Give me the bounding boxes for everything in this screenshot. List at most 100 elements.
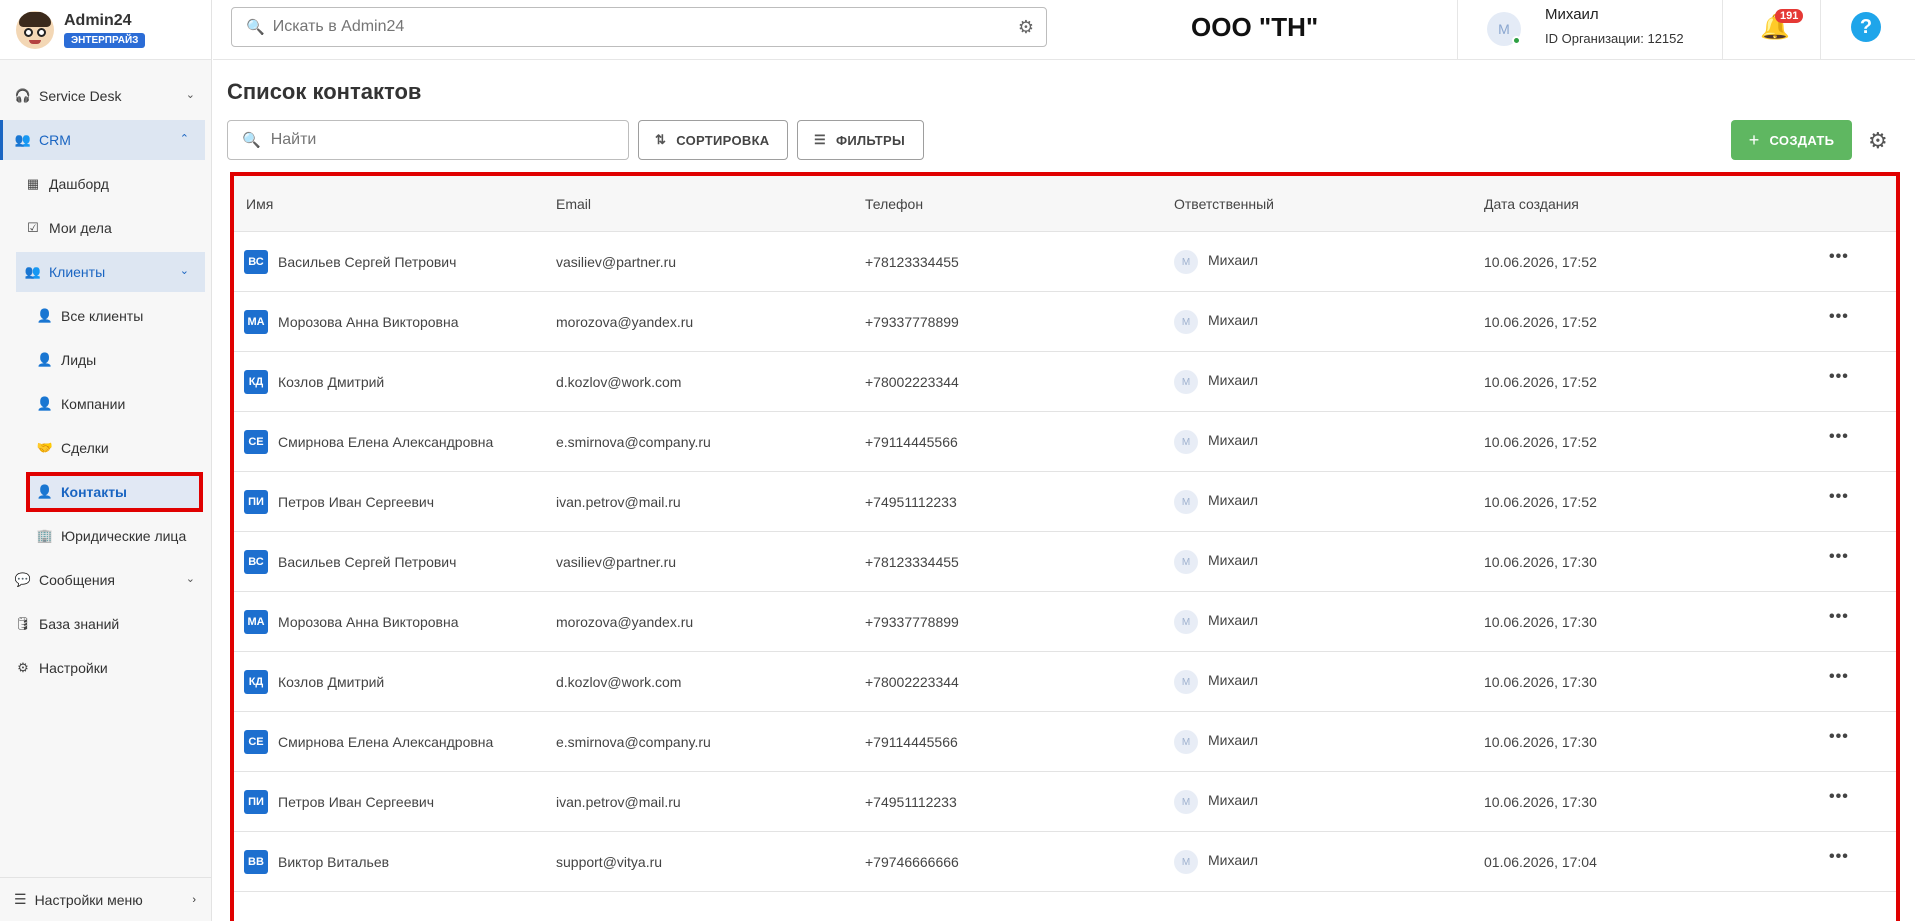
sidebar-item-contacts[interactable]: 👤 Контакты <box>26 472 203 512</box>
contacts-search-input[interactable] <box>270 131 611 149</box>
contacts-search[interactable]: 🔍 <box>227 120 629 160</box>
user-profile[interactable]: М Михаил ID Организации: 12152 <box>1457 0 1723 60</box>
contact-name[interactable]: Виктор Витальев <box>278 854 389 870</box>
contact-phone: +78002223344 <box>865 374 959 390</box>
more-options-icon[interactable]: ••• <box>1829 428 1849 446</box>
sidebar-item-service-desk[interactable]: 🎧 Service Desk ⌄ <box>0 76 211 116</box>
table-row[interactable]: ПИ Петров Иван Сергеевич ivan.petrov@mail.… <box>234 472 1896 532</box>
dashboard-icon: ▦ <box>26 176 40 191</box>
sidebar-item-all-clients[interactable]: 👤 Все клиенты <box>0 296 211 336</box>
more-options-icon[interactable]: ••• <box>1829 848 1849 866</box>
table-row[interactable]: ВВ Виктор Витальев support@vitya.ru +797466… <box>234 832 1896 892</box>
top-header: 🔍 ⚙ ООО "ТН" М Михаил ID Организации: 12… <box>213 0 1915 60</box>
created-date: 10.06.2026, 17:52 <box>1484 434 1597 450</box>
sidebar-item-label: Юридические лица <box>61 528 187 544</box>
contact-email: ivan.petrov@mail.ru <box>556 494 681 510</box>
table-row[interactable]: СЕ Смирнова Елена Александровна e.smirnova… <box>234 712 1896 772</box>
more-options-icon[interactable]: ••• <box>1829 788 1849 806</box>
plan-badge: ЭНТЕРПРАЙЗ <box>64 32 146 48</box>
contact-email: d.kozlov@work.com <box>556 674 682 690</box>
column-header-responsible[interactable]: Ответственный <box>1174 196 1274 212</box>
chevron-right-icon: › <box>192 893 196 906</box>
contact-email: morozova@yandex.ru <box>556 614 694 630</box>
created-date: 01.06.2026, 17:04 <box>1484 854 1597 870</box>
more-options-icon[interactable]: ••• <box>1829 728 1849 746</box>
contact-name[interactable]: Васильев Сергей Петрович <box>278 554 456 570</box>
more-options-icon[interactable]: ••• <box>1829 488 1849 506</box>
contact-phone: +74951112233 <box>865 494 957 510</box>
menu-settings-label: Настройки меню <box>34 891 143 908</box>
responsible-name: Михаил <box>1208 792 1259 808</box>
sidebar-item-companies[interactable]: 👤 Компании <box>0 384 211 424</box>
column-header-name[interactable]: Имя <box>246 196 273 212</box>
sidebar-item-deals[interactable]: 🤝 Сделки <box>0 428 211 468</box>
contact-name[interactable]: Козлов Дмитрий <box>278 374 384 390</box>
table-row[interactable]: ПИ Петров Иван Сергеевич ivan.petrov@mail.… <box>234 772 1896 832</box>
sidebar-item-my-tasks[interactable]: ☑ Мои дела <box>0 208 211 248</box>
more-options-icon[interactable]: ••• <box>1829 368 1849 386</box>
created-date: 10.06.2026, 17:30 <box>1484 794 1597 810</box>
contact-name[interactable]: Смирнова Елена Александровна <box>278 434 493 450</box>
contact-initials-avatar: ПИ <box>244 790 268 814</box>
table-row[interactable]: СЕ Смирнова Елена Александровна e.smirnova… <box>234 412 1896 472</box>
search-settings-gear-icon[interactable]: ⚙ <box>1018 17 1034 38</box>
more-options-icon[interactable]: ••• <box>1829 608 1849 626</box>
table-header: Имя Email Телефон Ответственный Дата соз… <box>234 176 1896 232</box>
brand-name: Admin24 <box>64 11 132 29</box>
table-row[interactable]: МА Морозова Анна Викторовна morozova@yande… <box>234 592 1896 652</box>
filter-button[interactable]: ☰ ФИЛЬТРЫ <box>797 120 924 160</box>
more-options-icon[interactable]: ••• <box>1829 248 1849 266</box>
table-settings-gear-icon[interactable]: ⚙ <box>1868 128 1888 154</box>
table-row[interactable]: МА Морозова Анна Викторовна morozova@yande… <box>234 292 1896 352</box>
table-row[interactable]: ВС Васильев Сергей Петрович vasiliev@partn… <box>234 532 1896 592</box>
contact-email: support@vitya.ru <box>556 854 663 870</box>
sidebar-item-legal-entities[interactable]: 🏢 Юридические лица <box>0 516 211 556</box>
table-body: ВС Васильев Сергей Петрович vasiliev@partn… <box>234 232 1896 892</box>
column-header-created[interactable]: Дата создания <box>1484 196 1579 212</box>
more-options-icon[interactable]: ••• <box>1829 548 1849 566</box>
sort-button[interactable]: ⇅ СОРТИРОВКА <box>638 120 788 160</box>
contact-name[interactable]: Петров Иван Сергеевич <box>278 494 434 510</box>
building-icon: 🏢 <box>36 528 54 543</box>
contact-name[interactable]: Морозова Анна Викторовна <box>278 314 459 330</box>
responsible-avatar: М <box>1174 250 1198 274</box>
contact-name[interactable]: Морозова Анна Викторовна <box>278 614 459 630</box>
sidebar-item-leads[interactable]: 👤 Лиды <box>0 340 211 380</box>
contact-name[interactable]: Козлов Дмитрий <box>278 674 384 690</box>
organization-name: ООО "ТН" <box>1191 12 1319 42</box>
notifications-button[interactable]: 🔔 191 <box>1723 0 1821 60</box>
sidebar-item-clients[interactable]: 👥 Клиенты ⌄ <box>16 252 205 292</box>
table-row[interactable]: КД Козлов Дмитрий d.kozlov@work.com +780022… <box>234 652 1896 712</box>
create-button[interactable]: + СОЗДАТЬ <box>1731 120 1852 160</box>
contact-initials-avatar: МА <box>244 310 268 334</box>
contact-name[interactable]: Васильев Сергей Петрович <box>278 254 456 270</box>
column-header-email[interactable]: Email <box>556 196 591 212</box>
page-title: Список контактов <box>227 79 422 104</box>
contact-name[interactable]: Петров Иван Сергеевич <box>278 794 434 810</box>
brand[interactable]: Admin24 ЭНТЕРПРАЙЗ <box>0 0 211 60</box>
sidebar-item-messages[interactable]: 💬 Сообщения ⌄ <box>0 560 211 600</box>
sidebar-item-settings[interactable]: ⚙ Настройки <box>0 648 211 688</box>
sidebar-item-dashboard[interactable]: ▦ Дашборд <box>0 164 211 204</box>
responsible-avatar: М <box>1174 550 1198 574</box>
chevron-down-icon: ⌄ <box>179 265 189 277</box>
global-search-input[interactable] <box>272 18 973 36</box>
sidebar-item-knowledge-base[interactable]: 🛢 База знаний <box>0 604 211 644</box>
responsible-name: Михаил <box>1208 312 1259 328</box>
more-options-icon[interactable]: ••• <box>1829 668 1849 686</box>
online-status-dot <box>1512 36 1521 45</box>
sidebar-item-label: Контакты <box>61 484 128 500</box>
contact-email: morozova@yandex.ru <box>556 314 694 330</box>
table-row[interactable]: ВС Васильев Сергей Петрович vasiliev@partn… <box>234 232 1896 292</box>
contact-name[interactable]: Смирнова Елена Александровна <box>278 734 493 750</box>
global-search[interactable]: 🔍 ⚙ <box>231 7 1047 47</box>
more-options-icon[interactable]: ••• <box>1829 308 1849 326</box>
responsible-name: Михаил <box>1208 552 1259 568</box>
table-row[interactable]: КД Козлов Дмитрий d.kozlov@work.com +780022… <box>234 352 1896 412</box>
column-header-phone[interactable]: Телефон <box>865 196 923 212</box>
sidebar-item-crm[interactable]: 👥 CRM ⌃ <box>0 120 205 160</box>
help-icon[interactable]: ? <box>1851 12 1881 42</box>
contact-initials-avatar: СЕ <box>244 430 268 454</box>
sidebar-item-label: Все клиенты <box>61 308 144 324</box>
menu-settings-button[interactable]: ☰ Настройки меню › <box>0 877 212 921</box>
